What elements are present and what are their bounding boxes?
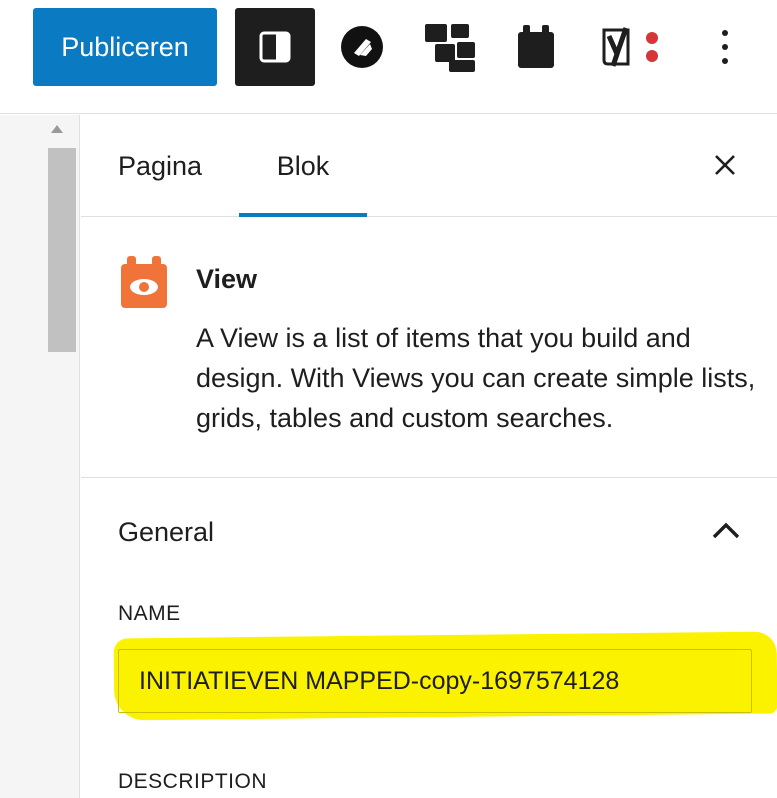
more-options-button[interactable]	[700, 8, 750, 86]
blocks-plugin-button[interactable]	[414, 8, 486, 86]
block-title: View	[196, 264, 258, 294]
toolset-plugin-button[interactable]	[504, 8, 568, 86]
yoast-icon	[602, 27, 658, 67]
view-block-icon	[121, 256, 167, 308]
publish-button[interactable]: Publiceren	[33, 8, 217, 86]
name-label: NAME	[118, 602, 181, 625]
block-card: View A View is a list of items that you …	[81, 218, 777, 478]
description-label: DESCRIPTION	[118, 770, 268, 793]
close-icon	[715, 155, 735, 175]
name-input[interactable]	[118, 649, 752, 713]
block-description: A View is a list of items that you build…	[196, 323, 756, 433]
card-icon	[518, 25, 554, 68]
more-vertical-icon	[722, 30, 728, 64]
chevron-up-icon[interactable]	[709, 515, 743, 545]
active-tab-indicator	[239, 213, 367, 217]
tab-blok[interactable]: Blok	[239, 115, 367, 217]
editor-toolbar: Publiceren	[0, 0, 777, 114]
brand-circle-icon	[341, 26, 383, 68]
scrollbar-thumb[interactable]	[48, 148, 76, 352]
yoast-seo-button[interactable]	[590, 8, 676, 86]
settings-sidebar: Pagina Blok View A View is a list of ite…	[81, 115, 777, 798]
blocks-icon	[425, 24, 475, 72]
close-sidebar-button[interactable]	[705, 145, 745, 185]
sidebar-toggle-icon	[259, 31, 291, 63]
scroll-up-arrow-icon[interactable]	[51, 125, 63, 133]
settings-sidebar-toggle-button[interactable]	[235, 8, 315, 86]
sidebar-tabs: Pagina Blok	[81, 115, 777, 217]
general-panel-title[interactable]: General	[118, 517, 214, 548]
tab-pagina[interactable]: Pagina	[118, 115, 202, 217]
plugin-brand-button[interactable]	[330, 8, 394, 86]
